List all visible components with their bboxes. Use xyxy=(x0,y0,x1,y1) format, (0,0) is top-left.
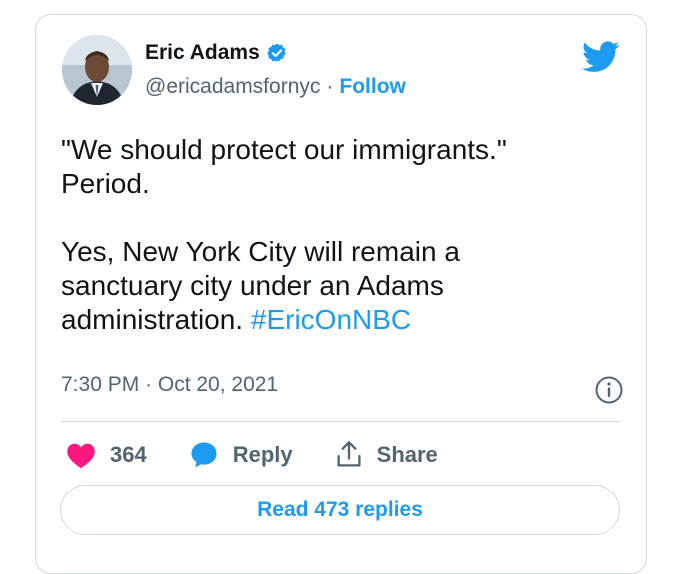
like-button[interactable]: 364 xyxy=(66,441,147,469)
info-icon[interactable] xyxy=(594,375,624,405)
divider xyxy=(61,421,621,422)
avatar[interactable] xyxy=(62,35,132,105)
author-name[interactable]: Eric Adams xyxy=(145,41,260,65)
handle-row: @ericadamsfornyc · Follow xyxy=(145,75,406,99)
tweet-paragraph-2: Yes, New York City will remain a sanctua… xyxy=(61,235,621,337)
share-button[interactable]: Share xyxy=(335,440,438,470)
reply-label: Reply xyxy=(232,442,293,467)
reply-button[interactable]: Reply xyxy=(189,440,293,470)
twitter-bird-icon[interactable] xyxy=(582,41,620,73)
share-icon xyxy=(337,441,361,467)
tweet-text: "We should protect our immigrants." Peri… xyxy=(61,133,621,337)
tweet-paragraph-1: "We should protect our immigrants." Peri… xyxy=(61,134,507,199)
tweet-card: Eric Adams @ericadamsfornyc · Follow "We… xyxy=(35,14,647,574)
like-count: 364 xyxy=(110,442,147,467)
tweet-timestamp[interactable]: 7:30 PM · Oct 20, 2021 xyxy=(61,373,278,397)
verified-badge-icon xyxy=(267,43,286,63)
author-name-row[interactable]: Eric Adams xyxy=(145,41,288,65)
hashtag-link[interactable]: #EricOnNBC xyxy=(251,304,411,335)
heart-icon xyxy=(67,443,95,469)
share-label: Share xyxy=(376,442,438,467)
action-bar: 364 Reply Share xyxy=(66,435,480,475)
follow-button[interactable]: Follow xyxy=(339,75,406,99)
read-replies-button[interactable]: Read 473 replies xyxy=(60,485,620,535)
separator-dot: · xyxy=(326,75,334,98)
author-handle[interactable]: @ericadamsfornyc xyxy=(145,75,320,99)
reply-bubble-icon xyxy=(191,442,217,468)
